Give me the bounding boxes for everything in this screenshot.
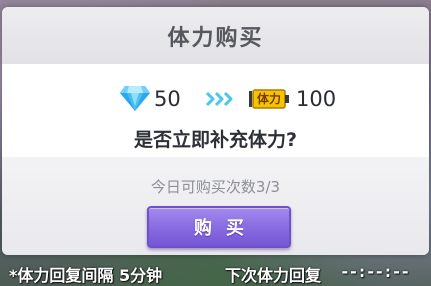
stamina-icon-label: 体力 bbox=[256, 92, 281, 106]
next-recover-label: 下次体力回复 bbox=[225, 266, 322, 285]
diamond-cost: 50 bbox=[154, 87, 181, 111]
diamond-icon bbox=[120, 86, 150, 111]
dialog-header: 体力购买 bbox=[2, 7, 429, 64]
stamina-status-bar: *体力回复间隔 5分钟 下次体力回复 --:--:-- bbox=[0, 258, 431, 286]
daily-purchase-count: 今日可购买次数3/3 bbox=[150, 178, 281, 196]
exchange-row: 50 体力 100 bbox=[2, 79, 429, 119]
recover-interval-text: *体力回复间隔 5分钟 bbox=[9, 266, 163, 285]
stamina-purchase-dialog: 体力购买 50 体力 100 是否立即补充体力? 今日可购买次数3/3 购买 bbox=[2, 7, 429, 255]
confirm-prompt: 是否立即补充体力? bbox=[133, 129, 298, 151]
buy-button[interactable]: 购买 bbox=[147, 206, 291, 248]
stamina-gain: 100 bbox=[296, 87, 337, 111]
dialog-title: 体力购买 bbox=[167, 25, 264, 51]
triple-chevron-right-icon bbox=[205, 91, 233, 107]
buy-button-label: 购买 bbox=[194, 218, 258, 239]
next-recover-timer: --:--:-- bbox=[340, 262, 410, 281]
